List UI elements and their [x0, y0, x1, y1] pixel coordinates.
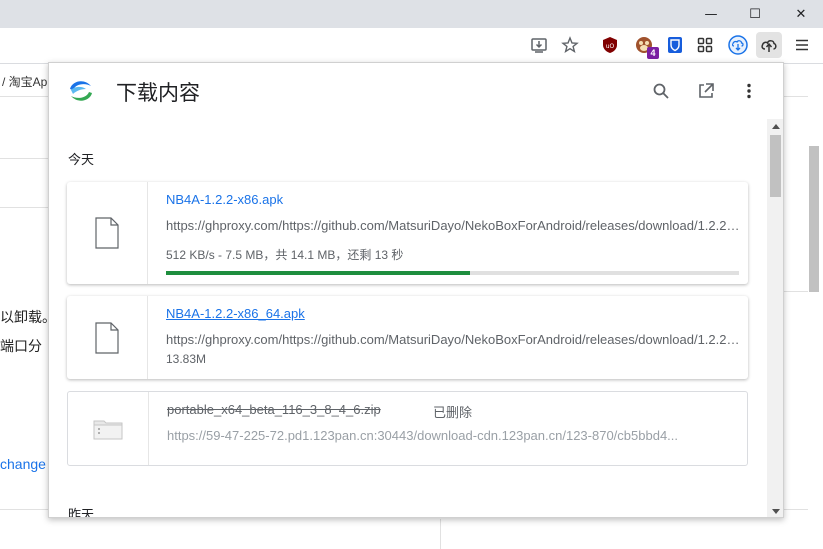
- section-yesterday: 昨天: [68, 507, 95, 518]
- more-vert-icon: [747, 83, 751, 99]
- divider: [784, 291, 808, 292]
- search-button[interactable]: [649, 79, 673, 103]
- deleted-label: 已删除: [433, 405, 473, 420]
- download-item[interactable]: NB4A-1.2.2-x86_64.apk https://ghproxy.co…: [67, 296, 748, 379]
- section-today: 今天: [68, 152, 95, 167]
- divider: [0, 96, 50, 97]
- scroll-up-arrow[interactable]: [767, 119, 783, 133]
- close-window-button[interactable]: ✕: [778, 0, 823, 28]
- file-name-link[interactable]: NB4A-1.2.2-x86_64.apk: [166, 306, 305, 321]
- more-options-button[interactable]: [737, 79, 761, 103]
- file-url: https://ghproxy.com/https://github.com/M…: [166, 218, 740, 233]
- page-scrollbar-thumb[interactable]: [809, 146, 819, 292]
- search-icon: [653, 83, 669, 99]
- downloads-title: 下载内容: [116, 82, 200, 105]
- downloads-header: 下载内容: [49, 63, 783, 119]
- svg-text:uO: uO: [606, 43, 615, 50]
- file-size: 13.83M: [166, 352, 207, 366]
- download-item-deleted[interactable]: portable_x64_beta_116_3_8_4_6.zip 已删除 ht…: [67, 391, 748, 466]
- scroll-down-arrow[interactable]: [767, 505, 783, 517]
- file-url: https://ghproxy.com/https://github.com/M…: [166, 332, 740, 347]
- file-url: https://59-47-225-72.pd1.123pan.cn:30443…: [167, 428, 679, 443]
- zip-file-icon: [68, 392, 149, 465]
- open-downloads-page-button[interactable]: [694, 79, 718, 103]
- divider: [0, 158, 50, 159]
- menu-icon[interactable]: [789, 32, 815, 58]
- divider: [440, 519, 441, 549]
- download-progress-bar: [166, 271, 739, 275]
- page-scrollbar[interactable]: [808, 146, 820, 546]
- ublock-icon[interactable]: uO: [597, 32, 623, 58]
- downloads-list: 今天 NB4A-1.2.2-x86.apk https://ghproxy.co…: [49, 119, 767, 518]
- extensions-grid-icon[interactable]: [692, 32, 718, 58]
- divider: [784, 96, 808, 97]
- tampermonkey-icon[interactable]: 4: [631, 32, 659, 59]
- page-text: 端口分: [0, 338, 42, 354]
- tampermonkey-badge: 4: [647, 47, 659, 59]
- install-app-icon[interactable]: [526, 32, 552, 58]
- file-name-deleted: portable_x64_beta_116_3_8_4_6.zip: [167, 402, 381, 417]
- downloads-scrollbar[interactable]: [767, 119, 783, 517]
- page-link[interactable]: change: [0, 456, 46, 472]
- file-icon: [67, 296, 148, 379]
- scrollbar-thumb[interactable]: [770, 135, 781, 197]
- breadcrumb: / 淘宝Ap: [2, 75, 48, 89]
- bookmark-star-icon[interactable]: [557, 32, 583, 58]
- file-name-link[interactable]: NB4A-1.2.2-x86.apk: [166, 192, 283, 207]
- download-manager-icon[interactable]: [725, 32, 751, 58]
- downloads-popup: 下载内容 今天 NB4A-1.2.2-x86.apk https://ghpro…: [48, 62, 784, 518]
- download-status: 512 KB/s - 7.5 MB，共 14.1 MB，还剩 13 秒: [166, 248, 404, 262]
- minimize-button[interactable]: —: [688, 0, 734, 28]
- file-icon: [67, 182, 148, 284]
- window-title-bar: — ☐ ✕: [0, 0, 823, 28]
- maximize-button[interactable]: ☐: [732, 0, 778, 28]
- download-item[interactable]: NB4A-1.2.2-x86.apk https://ghproxy.com/h…: [67, 182, 748, 284]
- app-logo-icon: [70, 81, 92, 101]
- bitwarden-icon[interactable]: [662, 32, 688, 58]
- download-progress-fill: [166, 271, 470, 275]
- browser-toolbar: uO 4: [0, 28, 823, 64]
- open-external-icon: [699, 83, 714, 98]
- divider: [0, 207, 50, 208]
- downloads-icon[interactable]: [756, 32, 782, 58]
